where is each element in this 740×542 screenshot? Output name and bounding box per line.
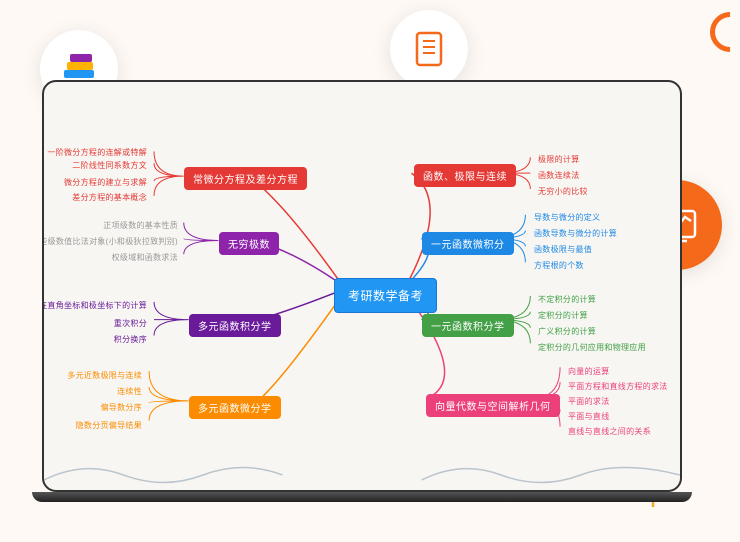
leaf-node: 无穷小的比较 xyxy=(538,186,588,197)
leaf-node: 差分方程的基本概念 xyxy=(72,192,147,203)
branch-node[interactable]: 函数、极限与连续 xyxy=(414,164,516,187)
laptop-frame: 考研数学备考 常微分方程及差分方程 一阶微分方程的连解或特解 二阶线性同系数方文… xyxy=(42,80,682,510)
leaf-node: 平面与直线 xyxy=(568,411,610,422)
leaf-node: 积分换序 xyxy=(114,334,147,345)
leaf-node: 偏导数分序 xyxy=(101,402,143,413)
wave-decoration xyxy=(44,450,680,490)
leaf-node: 导数与微分的定义 xyxy=(534,212,600,223)
leaf-node: 广义积分的计算 xyxy=(538,326,596,337)
leaf-node: 平面方程和直线方程的求法 xyxy=(568,381,668,392)
leaf-node: 平面的求法 xyxy=(568,396,610,407)
mindmap-canvas: 考研数学备考 常微分方程及差分方程 一阶微分方程的连解或特解 二阶线性同系数方文… xyxy=(42,80,682,492)
notebook-icon xyxy=(390,10,468,88)
leaf-node: 正项级数的基本性质 xyxy=(103,220,178,231)
leaf-node: 不定积分的计算 xyxy=(538,294,596,305)
branch-node[interactable]: 一元函数微积分 xyxy=(422,232,514,255)
leaf-node: 一些级数值比法对象(小和极狄拉致判别) xyxy=(42,236,178,247)
leaf-node: 权级域和函数求法 xyxy=(112,252,178,263)
leaf-node: 隐数分页偏导结果 xyxy=(76,420,142,431)
leaf-node: 定积分的几何应用和物理应用 xyxy=(538,342,646,353)
leaf-node: 一阶微分方程的连解或特解 xyxy=(47,147,147,158)
leaf-node: 多元近数极限与连续 xyxy=(67,370,142,381)
branch-node[interactable]: 一元函数积分学 xyxy=(422,314,514,337)
root-node[interactable]: 考研数学备考 xyxy=(334,278,437,313)
leaf-node: 方程根的个数 xyxy=(534,260,584,271)
leaf-node: 定积分的计算 xyxy=(538,310,588,321)
leaf-node: 函数极限与最值 xyxy=(534,244,592,255)
leaf-node: 直线与直线之间的关系 xyxy=(568,426,651,437)
leaf-node: 微分方程的建立与求解 xyxy=(64,177,147,188)
arc-decoration xyxy=(702,4,740,61)
leaf-node: 函数连续法 xyxy=(538,170,580,181)
leaf-node: 函数导数与微分的计算 xyxy=(534,228,617,239)
branch-node[interactable]: 无穷极数 xyxy=(219,232,279,255)
branch-node[interactable]: 多元函数积分学 xyxy=(189,314,281,337)
leaf-node: 二重积分在直角坐标和极坐标下的计算 xyxy=(42,300,147,311)
leaf-node: 向量的运算 xyxy=(568,366,610,377)
leaf-node: 极限的计算 xyxy=(538,154,580,165)
branch-node[interactable]: 常微分方程及差分方程 xyxy=(184,167,307,190)
leaf-node: 二阶线性同系数方文 xyxy=(72,160,147,171)
laptop-base xyxy=(32,492,692,502)
leaf-node: 连续性 xyxy=(117,386,142,397)
branch-node[interactable]: 多元函数微分学 xyxy=(189,396,281,419)
branch-node[interactable]: 向量代数与空间解析几何 xyxy=(426,394,560,417)
leaf-node: 重次积分 xyxy=(114,318,147,329)
